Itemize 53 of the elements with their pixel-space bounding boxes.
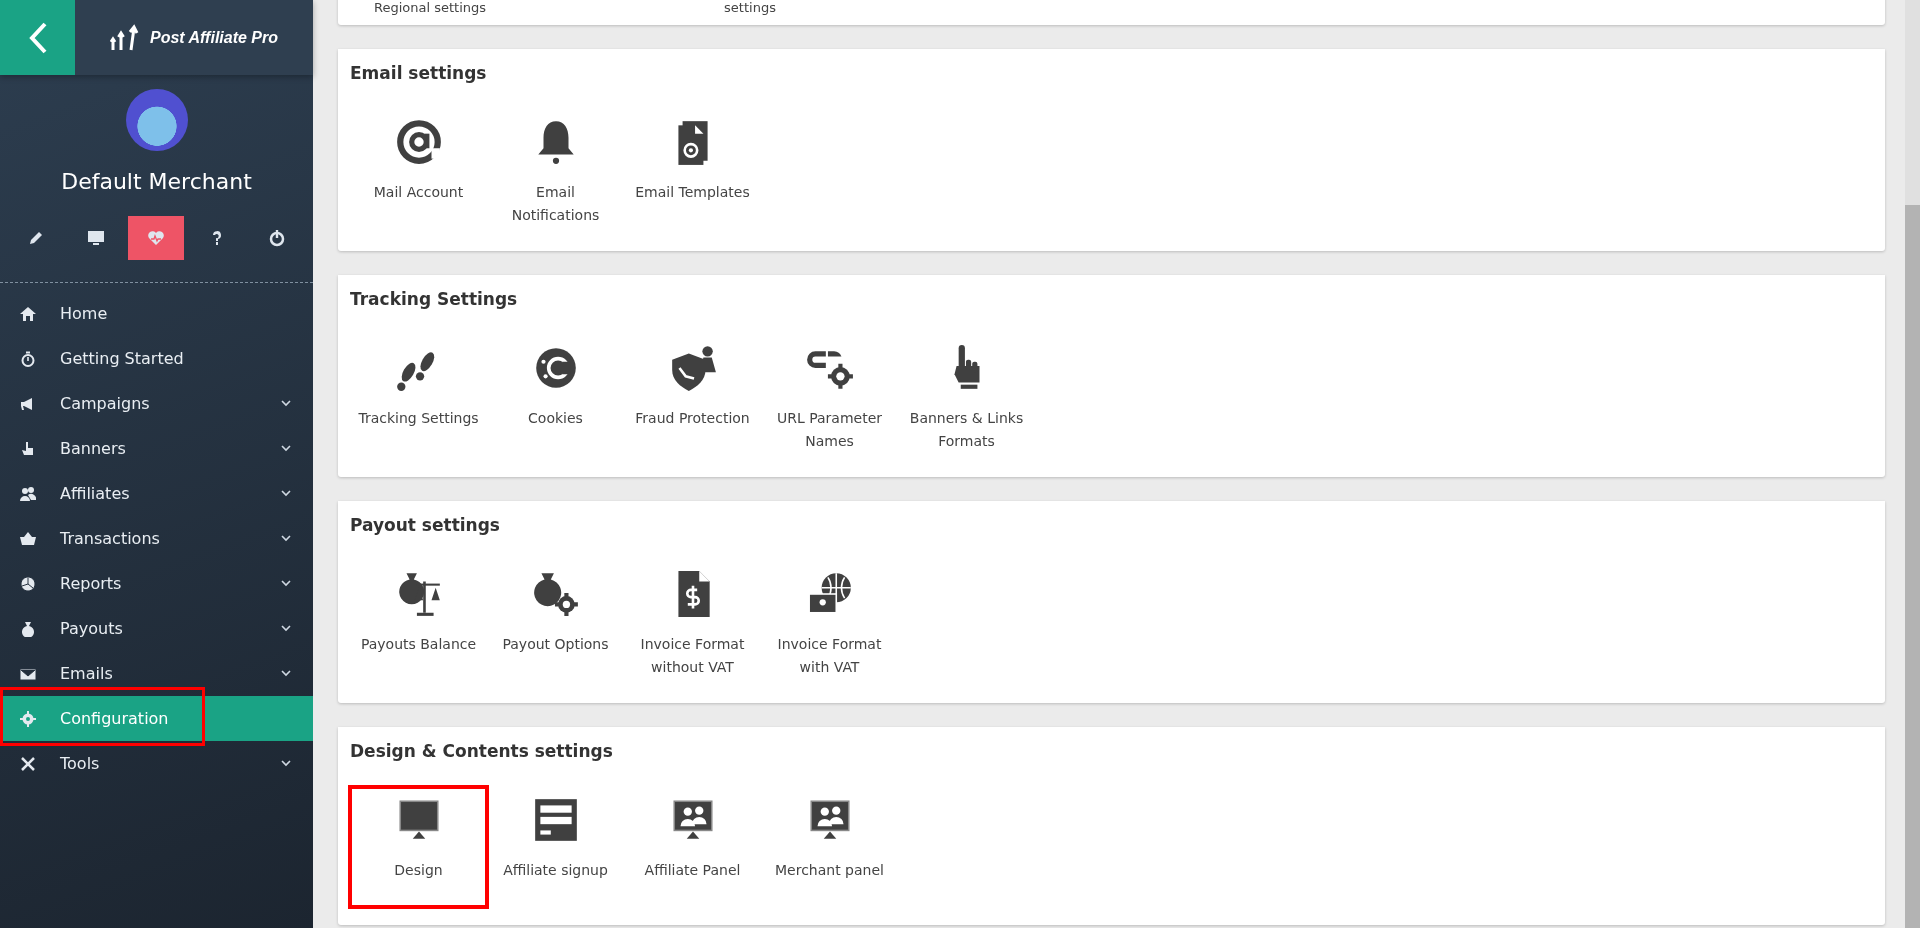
menu-item[interactable]: Transactions: [0, 516, 313, 561]
hand-pointer-icon: [20, 440, 36, 457]
settings-item[interactable]: Cookies: [487, 335, 624, 459]
settings-item[interactable]: settings: [670, 0, 830, 19]
scrollbar[interactable]: [1905, 0, 1920, 928]
menu-item[interactable]: Tools: [0, 741, 313, 786]
card-title: Tracking Settings: [350, 289, 519, 309]
chevron-down-icon: [281, 580, 291, 587]
chevron-down-icon: [281, 535, 291, 542]
settings-item[interactable]: Regional settings: [350, 0, 510, 19]
card-title: Email settings: [350, 63, 488, 83]
settings-item[interactable]: URL Parameter Names: [761, 335, 898, 459]
chevron-down-icon: [281, 625, 291, 632]
settings-item[interactable]: Tracking Settings: [350, 335, 487, 459]
menu-item[interactable]: Emails: [0, 651, 313, 696]
chevron-down-icon: [281, 445, 291, 452]
logo-text: Post Affiliate Pro: [150, 28, 278, 47]
menu-item[interactable]: Home: [0, 291, 313, 336]
settings-item[interactable]: Invoice Format without VAT: [624, 561, 761, 685]
pie-chart-icon: [20, 575, 36, 592]
settings-item[interactable]: Design: [350, 787, 487, 907]
users-icon: [20, 485, 36, 502]
settings-item[interactable]: Affiliate Panel: [624, 787, 761, 907]
basket-icon: [20, 530, 36, 547]
back-button[interactable]: [0, 0, 75, 75]
arrows-logo-icon: [110, 23, 140, 52]
merchant-name: Default Merchant: [61, 169, 252, 194]
settings-item[interactable]: Email Templates: [624, 109, 761, 233]
chevron-down-icon: [281, 490, 291, 497]
settings-item[interactable]: Banners & Links Formats: [898, 335, 1035, 459]
settings-item[interactable]: Email Notifications: [487, 109, 624, 233]
home-icon: [20, 305, 36, 322]
settings-item[interactable]: Mail Account: [350, 109, 487, 233]
settings-item[interactable]: Merchant panel: [761, 787, 898, 907]
chevron-down-icon: [281, 400, 291, 407]
settings-item[interactable]: Payout Options: [487, 561, 624, 685]
settings-item[interactable]: Fraud Protection: [624, 335, 761, 459]
stopwatch-icon: [20, 350, 36, 367]
menu-item[interactable]: Banners: [0, 426, 313, 471]
card-title: Payout settings: [350, 515, 501, 535]
menu-item[interactable]: Campaigns: [0, 381, 313, 426]
menu-item[interactable]: Reports: [0, 561, 313, 606]
scrollbar-thumb[interactable]: [1905, 205, 1920, 928]
chevron-down-icon: [281, 760, 291, 767]
settings-item[interactable]: Affiliate signup: [487, 787, 624, 907]
settings-item[interactable]: Payouts Balance: [350, 561, 487, 685]
card-title: Design & Contents settings: [350, 741, 614, 761]
chevron-down-icon: [281, 670, 291, 677]
settings-item[interactable]: Invoice Format with VAT: [761, 561, 898, 685]
menu-item[interactable]: Affiliates: [0, 471, 313, 516]
menu-item[interactable]: Getting Started: [0, 336, 313, 381]
money-bag-icon: [20, 620, 36, 637]
menu-item[interactable]: Payouts: [0, 606, 313, 651]
